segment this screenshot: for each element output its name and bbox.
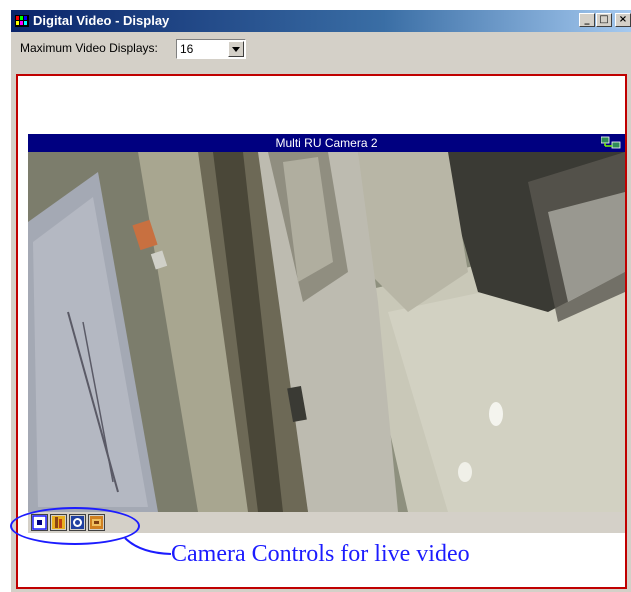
video-frame-image [28,152,625,512]
camera-controls-highlight [10,507,140,545]
maximize-button[interactable]: □ [596,13,612,27]
live-video-feed[interactable] [28,152,625,512]
title-bar[interactable]: Digital Video - Display _ □ × [11,10,631,32]
dropdown-arrow-button[interactable] [228,41,244,57]
network-connected-icon [601,136,621,149]
max-displays-value: 16 [180,42,194,56]
max-displays-dropdown[interactable]: 16 [176,39,246,59]
app-icon [15,15,29,27]
max-displays-label: Maximum Video Displays: [20,41,158,55]
minimize-button[interactable]: _ [579,13,595,27]
camera-header: Multi RU Camera 2 [28,134,625,152]
camera-controls-callout: Camera Controls for live video [171,541,470,567]
close-button[interactable]: × [615,13,631,27]
window-title: Digital Video - Display [33,13,170,28]
camera-title: Multi RU Camera 2 [275,136,378,150]
chevron-down-icon [232,47,240,52]
